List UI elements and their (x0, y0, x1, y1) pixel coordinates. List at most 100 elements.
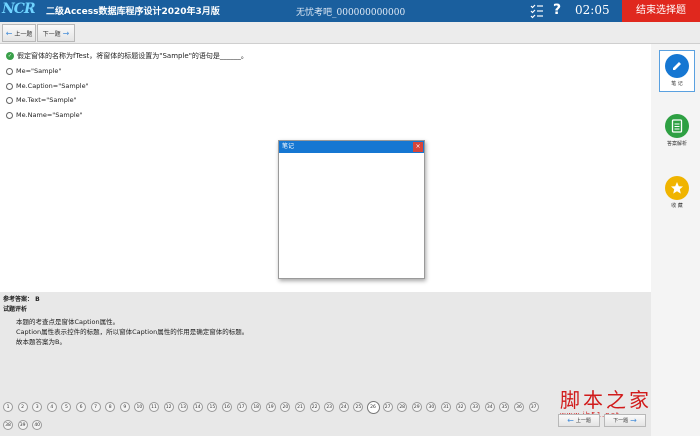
page-button[interactable]: 14 (192, 402, 203, 412)
reference-answer-value: B (35, 296, 40, 303)
document-icon (665, 114, 689, 138)
question-marker-icon: ✓ (6, 52, 14, 60)
page-button[interactable]: 10 (134, 402, 145, 412)
bottom-next-label: 下一题 (613, 418, 629, 424)
arrow-right-icon: → (62, 28, 70, 38)
option-c[interactable]: Me.Text="Sample" (6, 96, 77, 104)
page-button[interactable]: 27 (382, 402, 393, 412)
page-button[interactable]: 13 (178, 402, 189, 412)
option-d[interactable]: Me.Name="Sample" (6, 111, 83, 119)
page-button[interactable]: 15 (207, 402, 218, 412)
note-window-titlebar[interactable]: 笔记 × (279, 141, 424, 153)
next-question-label: 下一题 (42, 30, 61, 38)
question-list-icon[interactable] (530, 3, 544, 19)
page-button[interactable]: 25 (353, 402, 364, 412)
end-choice-questions-button[interactable]: 结束选择题 (622, 0, 700, 22)
option-b[interactable]: Me.Caption="Sample" (6, 82, 89, 90)
page-button[interactable]: 37 (528, 402, 539, 412)
page-button[interactable]: 22 (309, 402, 320, 412)
watermark-title: 脚本之家 (560, 388, 652, 412)
favorite-label: 收 藏 (671, 203, 683, 209)
pencil-icon (665, 54, 689, 78)
page-button[interactable]: 38 (3, 420, 13, 430)
page-button[interactable]: 9 (119, 402, 130, 412)
note-button[interactable]: 笔 记 (659, 50, 695, 92)
candidate-id: 无忧考吧_000000000000 (296, 8, 406, 18)
page-button[interactable]: 39 (17, 420, 28, 430)
favorite-button[interactable]: 收 藏 (659, 176, 695, 209)
option-text: Me="Sample" (16, 67, 62, 75)
page-button[interactable]: 6 (76, 402, 86, 412)
question-pager: 1 2 3 4 5 6 7 8 9 10 11 12 13 14 15 16 17 18 19 20 21 22 23 24 2… (0, 398, 651, 436)
answer-analysis-button[interactable]: 答案解析 (659, 114, 695, 147)
answer-analysis-panel: 参考答案： B 试题评析 本题的考查点是窗体Caption属性。 Caption… (0, 292, 651, 398)
page-button[interactable]: 16 (222, 402, 232, 412)
right-sidebar: 笔 记 答案解析 收 藏 (651, 44, 700, 436)
help-icon[interactable]: ? (553, 2, 561, 18)
analysis-line: 故本题答案为B。 (16, 338, 66, 346)
page-button-current[interactable]: 26 (366, 400, 380, 414)
option-radio[interactable] (6, 96, 13, 104)
note-button-label: 笔 记 (671, 81, 683, 87)
arrow-left-icon: ← (5, 28, 13, 38)
countdown-timer: 02:05 (575, 3, 610, 17)
option-radio[interactable] (6, 82, 13, 90)
arrow-left-icon: ← (567, 416, 574, 425)
bottom-prev-label: 上一题 (575, 418, 591, 424)
page-button[interactable]: 29 (411, 402, 422, 412)
top-bar: NCR 二级Access数据库程序设计2020年3月版 无忧考吧_0000000… (0, 0, 700, 22)
page-button[interactable]: 5 (61, 402, 72, 412)
page-button[interactable]: 3 (32, 402, 43, 412)
option-radio[interactable] (6, 67, 13, 75)
page-button[interactable]: 33 (470, 402, 481, 412)
note-window-title: 笔记 (282, 143, 295, 150)
question-text: 假定窗体的名称为fTest，将窗体的标题设置为"Sample"的语句是_____… (17, 52, 248, 60)
option-text: Me.Name="Sample" (16, 111, 83, 119)
arrow-right-icon: → (630, 416, 637, 425)
page-button[interactable]: 28 (397, 402, 408, 412)
option-text: Me.Text="Sample" (16, 96, 77, 104)
prev-question-button[interactable]: ← 上一题 (2, 24, 36, 42)
star-icon (665, 176, 689, 200)
page-button[interactable]: 19 (265, 402, 276, 412)
page-button[interactable]: 34 (484, 402, 495, 412)
reference-answer: 参考答案： B (3, 294, 40, 303)
next-question-button[interactable]: 下一题 → (37, 24, 75, 42)
page-button[interactable]: 35 (499, 402, 510, 412)
page-button[interactable]: 31 (441, 402, 451, 412)
answer-analysis-label: 答案解析 (666, 141, 687, 147)
page-button[interactable]: 12 (163, 402, 174, 412)
option-text: Me.Caption="Sample" (16, 82, 89, 90)
page-button[interactable]: 23 (324, 402, 335, 412)
question-nav-bar: ← 上一题 下一题 → (0, 22, 700, 44)
bottom-prev-button[interactable]: ← 上一题 (558, 414, 600, 427)
page-button[interactable]: 4 (46, 402, 57, 412)
page-button[interactable]: 30 (426, 402, 437, 412)
reference-answer-label: 参考答案： (3, 296, 34, 303)
page-button[interactable]: 18 (251, 402, 262, 412)
analysis-heading: 试题评析 (3, 306, 28, 313)
close-icon[interactable]: × (413, 142, 423, 152)
page-button[interactable]: 40 (32, 420, 43, 430)
page-button[interactable]: 8 (105, 402, 116, 412)
note-text-area[interactable] (279, 153, 424, 279)
analysis-line: Caption属性表示控件的标题，所以窗体Caption属性的作用是确定窗体的标… (16, 328, 249, 336)
page-button[interactable]: 17 (236, 402, 247, 412)
prev-question-label: 上一题 (14, 30, 33, 38)
page-button[interactable]: 36 (514, 402, 524, 412)
page-button[interactable]: 11 (149, 402, 159, 412)
page-button[interactable]: 24 (338, 402, 349, 412)
page-button[interactable]: 7 (90, 402, 101, 412)
page-button[interactable]: 1 (3, 402, 13, 412)
bottom-next-button[interactable]: 下一题 → (604, 414, 646, 427)
app-logo: NCR (2, 1, 36, 17)
note-window[interactable]: 笔记 × (278, 140, 425, 279)
page-button[interactable]: 32 (455, 402, 466, 412)
page-button[interactable]: 20 (280, 402, 291, 412)
option-radio[interactable] (6, 111, 13, 119)
question-stem: ✓ 假定窗体的名称为fTest，将窗体的标题设置为"Sample"的语句是___… (6, 51, 248, 61)
option-a[interactable]: Me="Sample" (6, 67, 61, 75)
page-button[interactable]: 2 (17, 402, 28, 412)
exam-title: 二级Access数据库程序设计2020年3月版 (46, 7, 220, 17)
page-button[interactable]: 21 (295, 402, 305, 412)
